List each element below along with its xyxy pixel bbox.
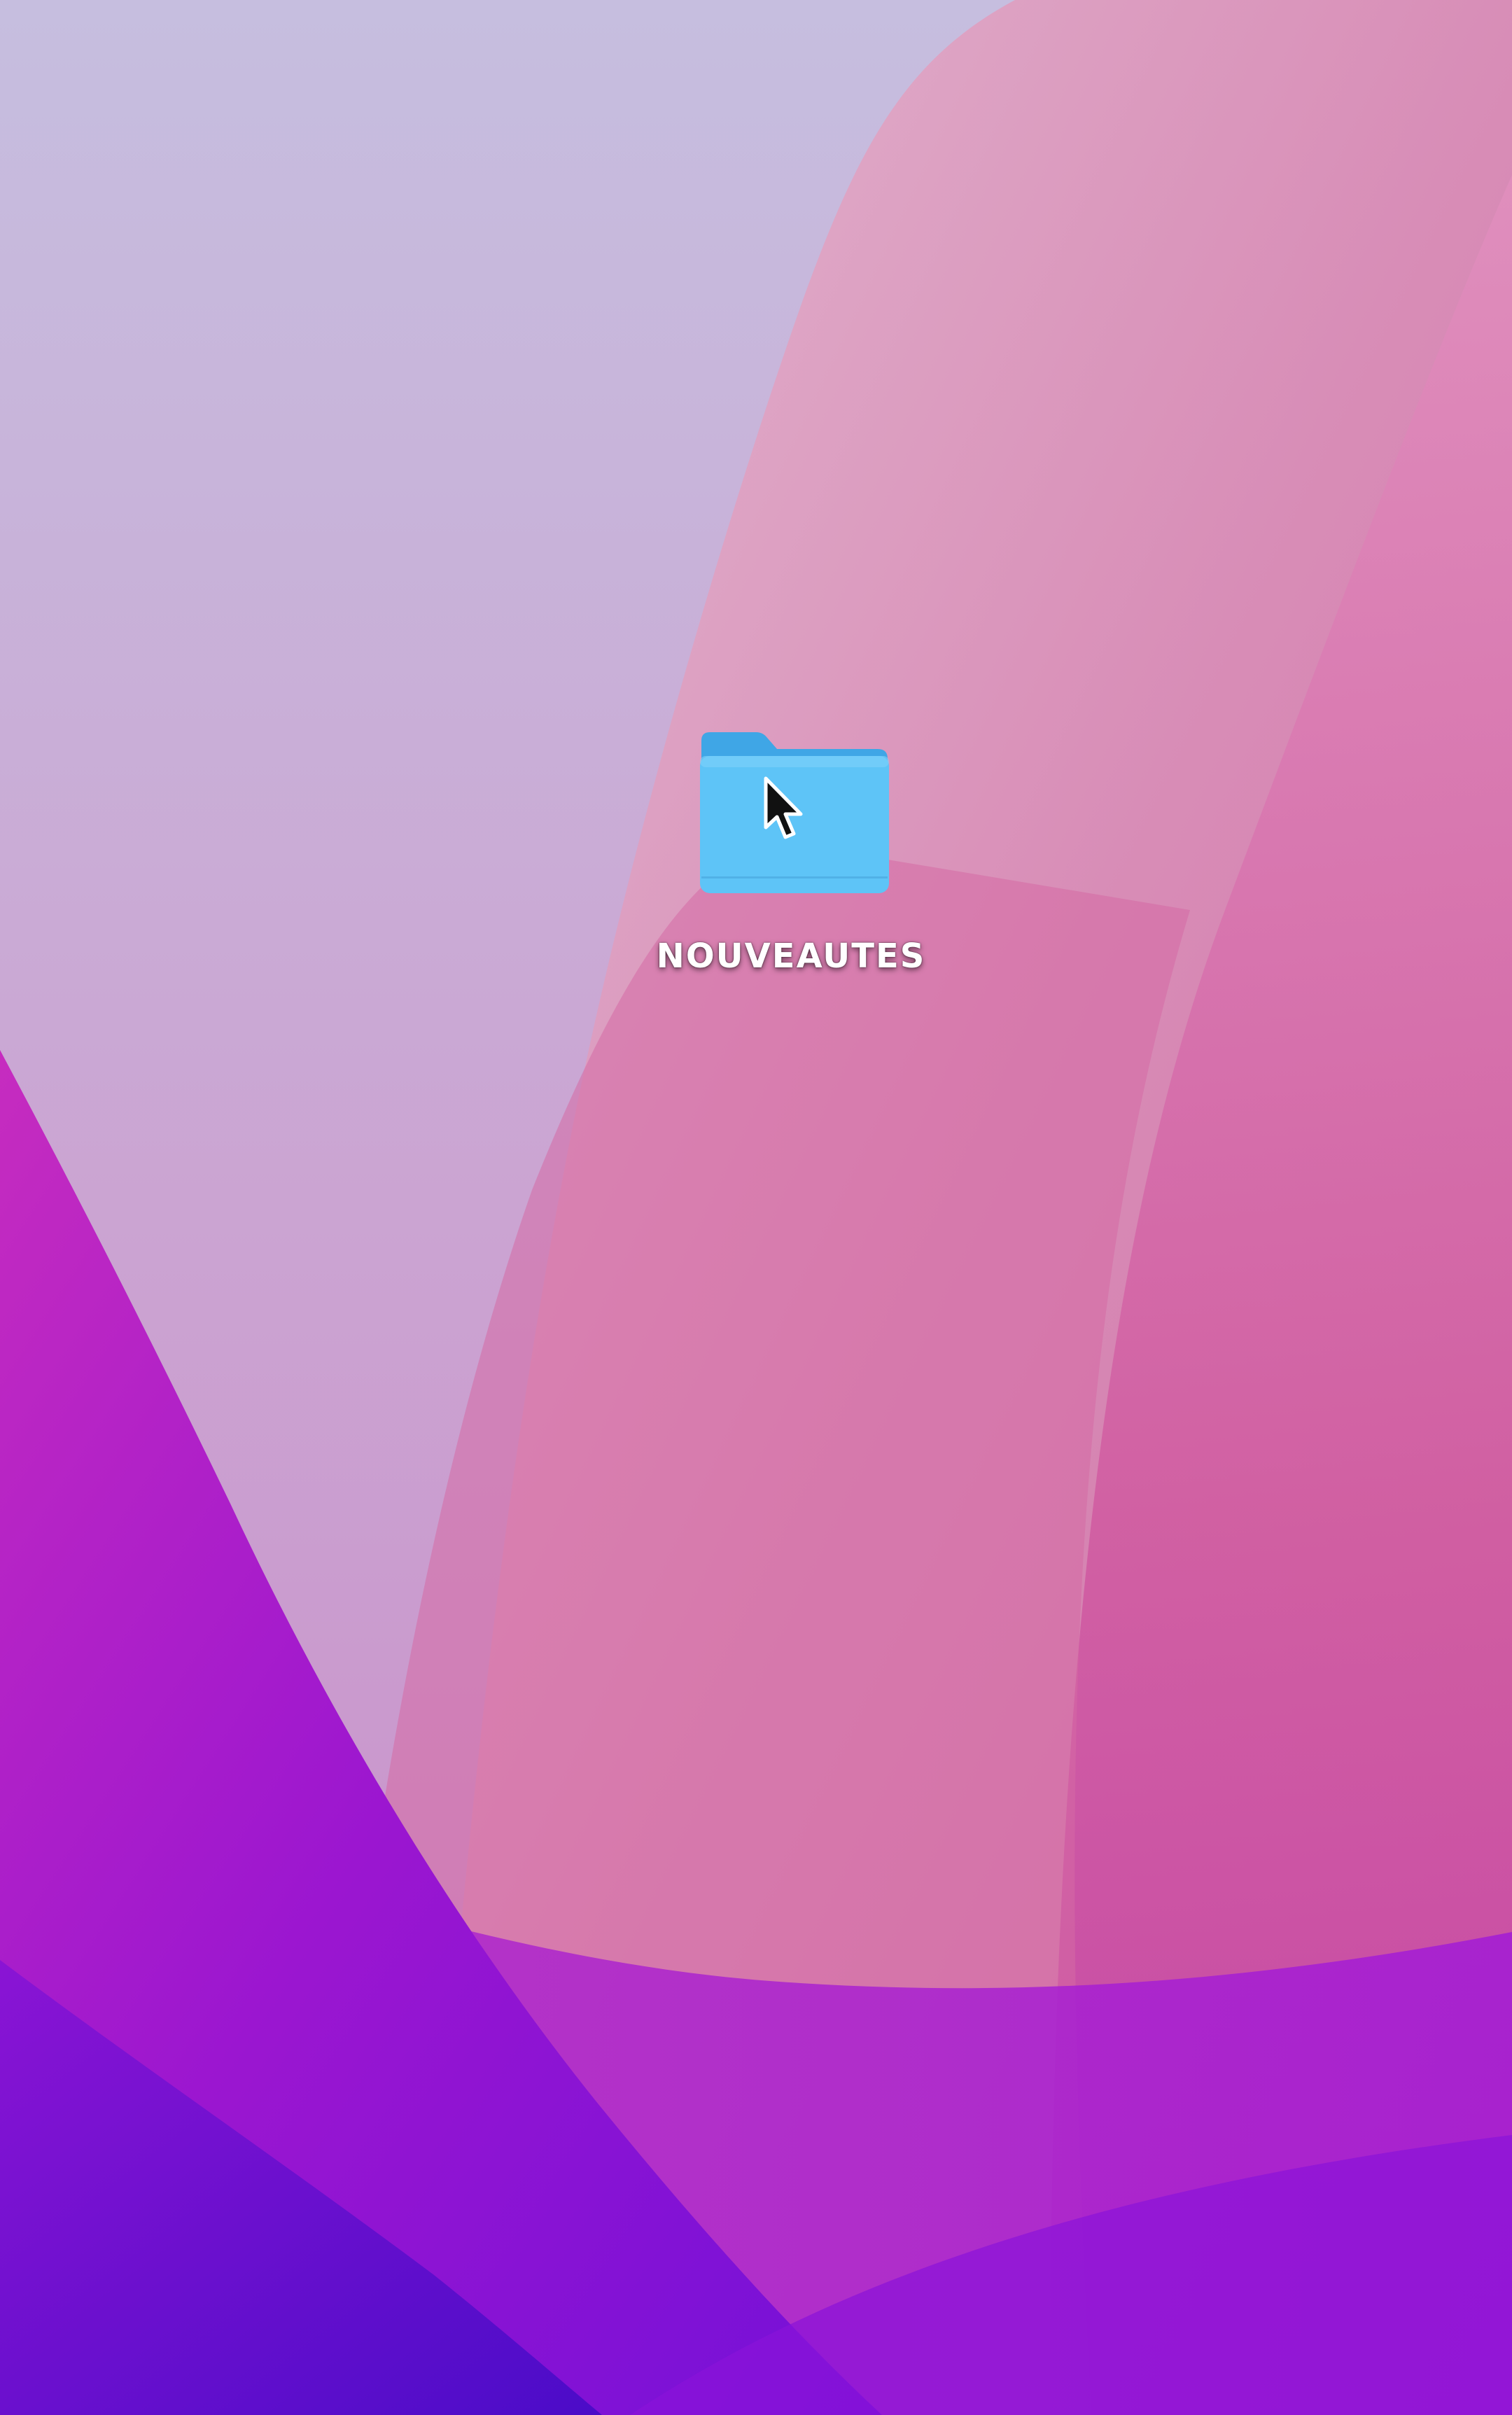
wallpaper [0,0,1512,2415]
arrow-pointer-icon [764,776,803,839]
desktop-folder[interactable]: NOUVEAUTES [630,714,952,994]
desktop[interactable]: NOUVEAUTES [0,0,1512,2415]
folder-name-label: NOUVEAUTES [656,937,926,976]
